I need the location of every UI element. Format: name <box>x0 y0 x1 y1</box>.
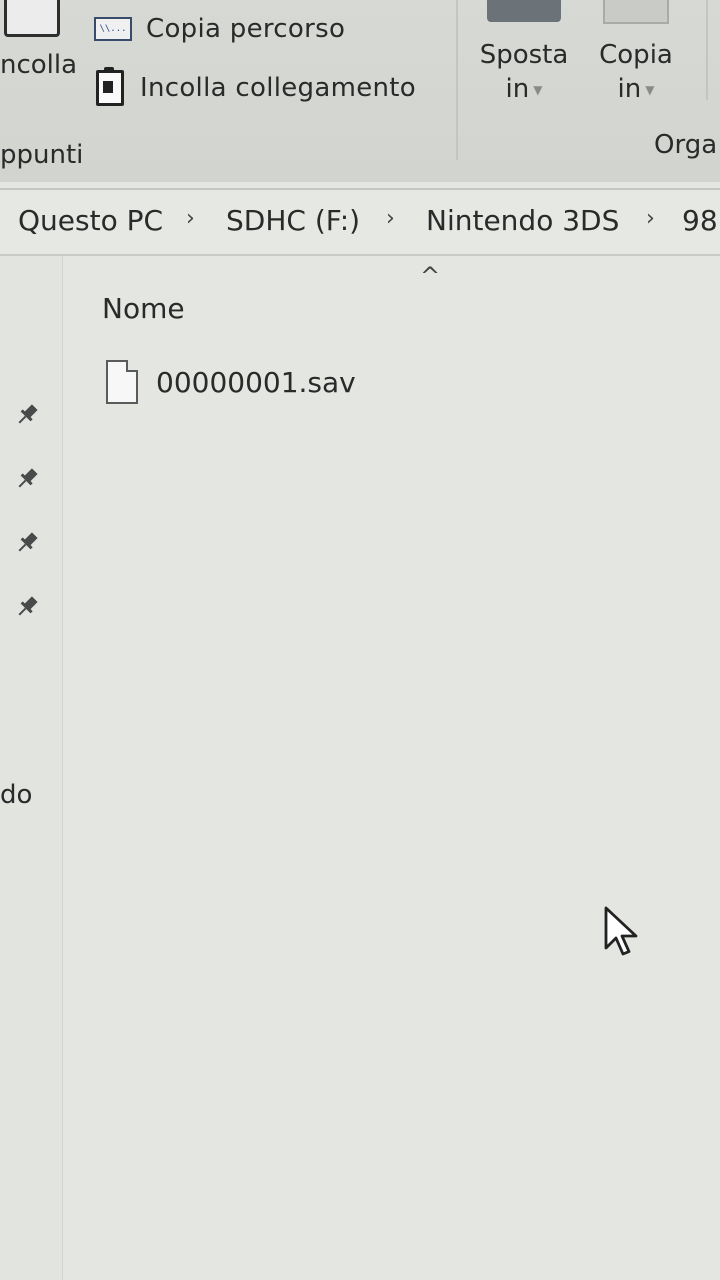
dropdown-caret-icon: ▼ <box>645 82 655 97</box>
breadcrumb-item-this-pc[interactable]: Questo PC <box>18 204 163 237</box>
copy-to-button[interactable]: Copia in ▼ <box>594 0 678 104</box>
pin-icon[interactable] <box>14 530 40 556</box>
chevron-right-icon[interactable]: › <box>646 206 655 231</box>
chevron-right-icon[interactable]: › <box>186 206 195 231</box>
file-name: 00000001.sav <box>156 365 356 399</box>
file-list-item[interactable]: 00000001.sav <box>106 360 356 404</box>
chevron-right-icon[interactable]: › <box>386 206 395 231</box>
organize-group-label: Orga <box>654 130 718 160</box>
dropdown-caret-icon: ▼ <box>533 82 543 97</box>
copy-path-label: Copia percorso <box>146 14 346 44</box>
copy-to-label-2: in <box>617 74 642 104</box>
copy-to-label: Copia <box>599 40 673 70</box>
pin-icon[interactable] <box>14 594 40 620</box>
copy-path-button[interactable]: \\... Copia percorso <box>94 14 345 44</box>
copy-to-icon <box>603 0 669 24</box>
move-to-button[interactable]: Sposta in ▼ <box>476 0 572 104</box>
breadcrumb-item-sdhc[interactable]: SDHC (F:) <box>226 204 360 237</box>
ribbon: ncolla \\... Copia percorso Incolla coll… <box>0 0 720 182</box>
file-icon <box>106 360 138 404</box>
paste-shortcut-label: Incolla collegamento <box>140 73 416 103</box>
move-to-label-2: in <box>505 74 530 104</box>
sort-ascending-icon: ^ <box>420 262 441 290</box>
breadcrumb[interactable]: Questo PC › SDHC (F:) › Nintendo 3DS › 9… <box>0 188 720 256</box>
paste-shortcut-button[interactable]: Incolla collegamento <box>94 67 416 106</box>
move-to-icon <box>487 0 561 22</box>
column-header-name[interactable]: Nome <box>102 292 185 325</box>
copy-path-icon: \\... <box>94 17 132 41</box>
navigation-pane: do <box>0 256 63 1280</box>
pin-icon[interactable] <box>14 466 40 492</box>
group-divider <box>456 0 458 160</box>
group-divider <box>706 0 708 100</box>
clipboard-icon[interactable] <box>4 0 60 37</box>
clipboard-group-label: ppunti <box>0 140 84 170</box>
pin-icon[interactable] <box>14 402 40 428</box>
breadcrumb-item-folder[interactable]: 98 <box>682 204 718 237</box>
paste-shortcut-icon <box>96 67 124 106</box>
breadcrumb-item-nintendo-3ds[interactable]: Nintendo 3DS <box>426 204 619 237</box>
mouse-pointer-icon <box>604 906 638 956</box>
move-to-label: Sposta <box>479 40 569 70</box>
paste-button-label[interactable]: ncolla <box>0 50 77 80</box>
nav-item-label[interactable]: do <box>0 780 32 810</box>
